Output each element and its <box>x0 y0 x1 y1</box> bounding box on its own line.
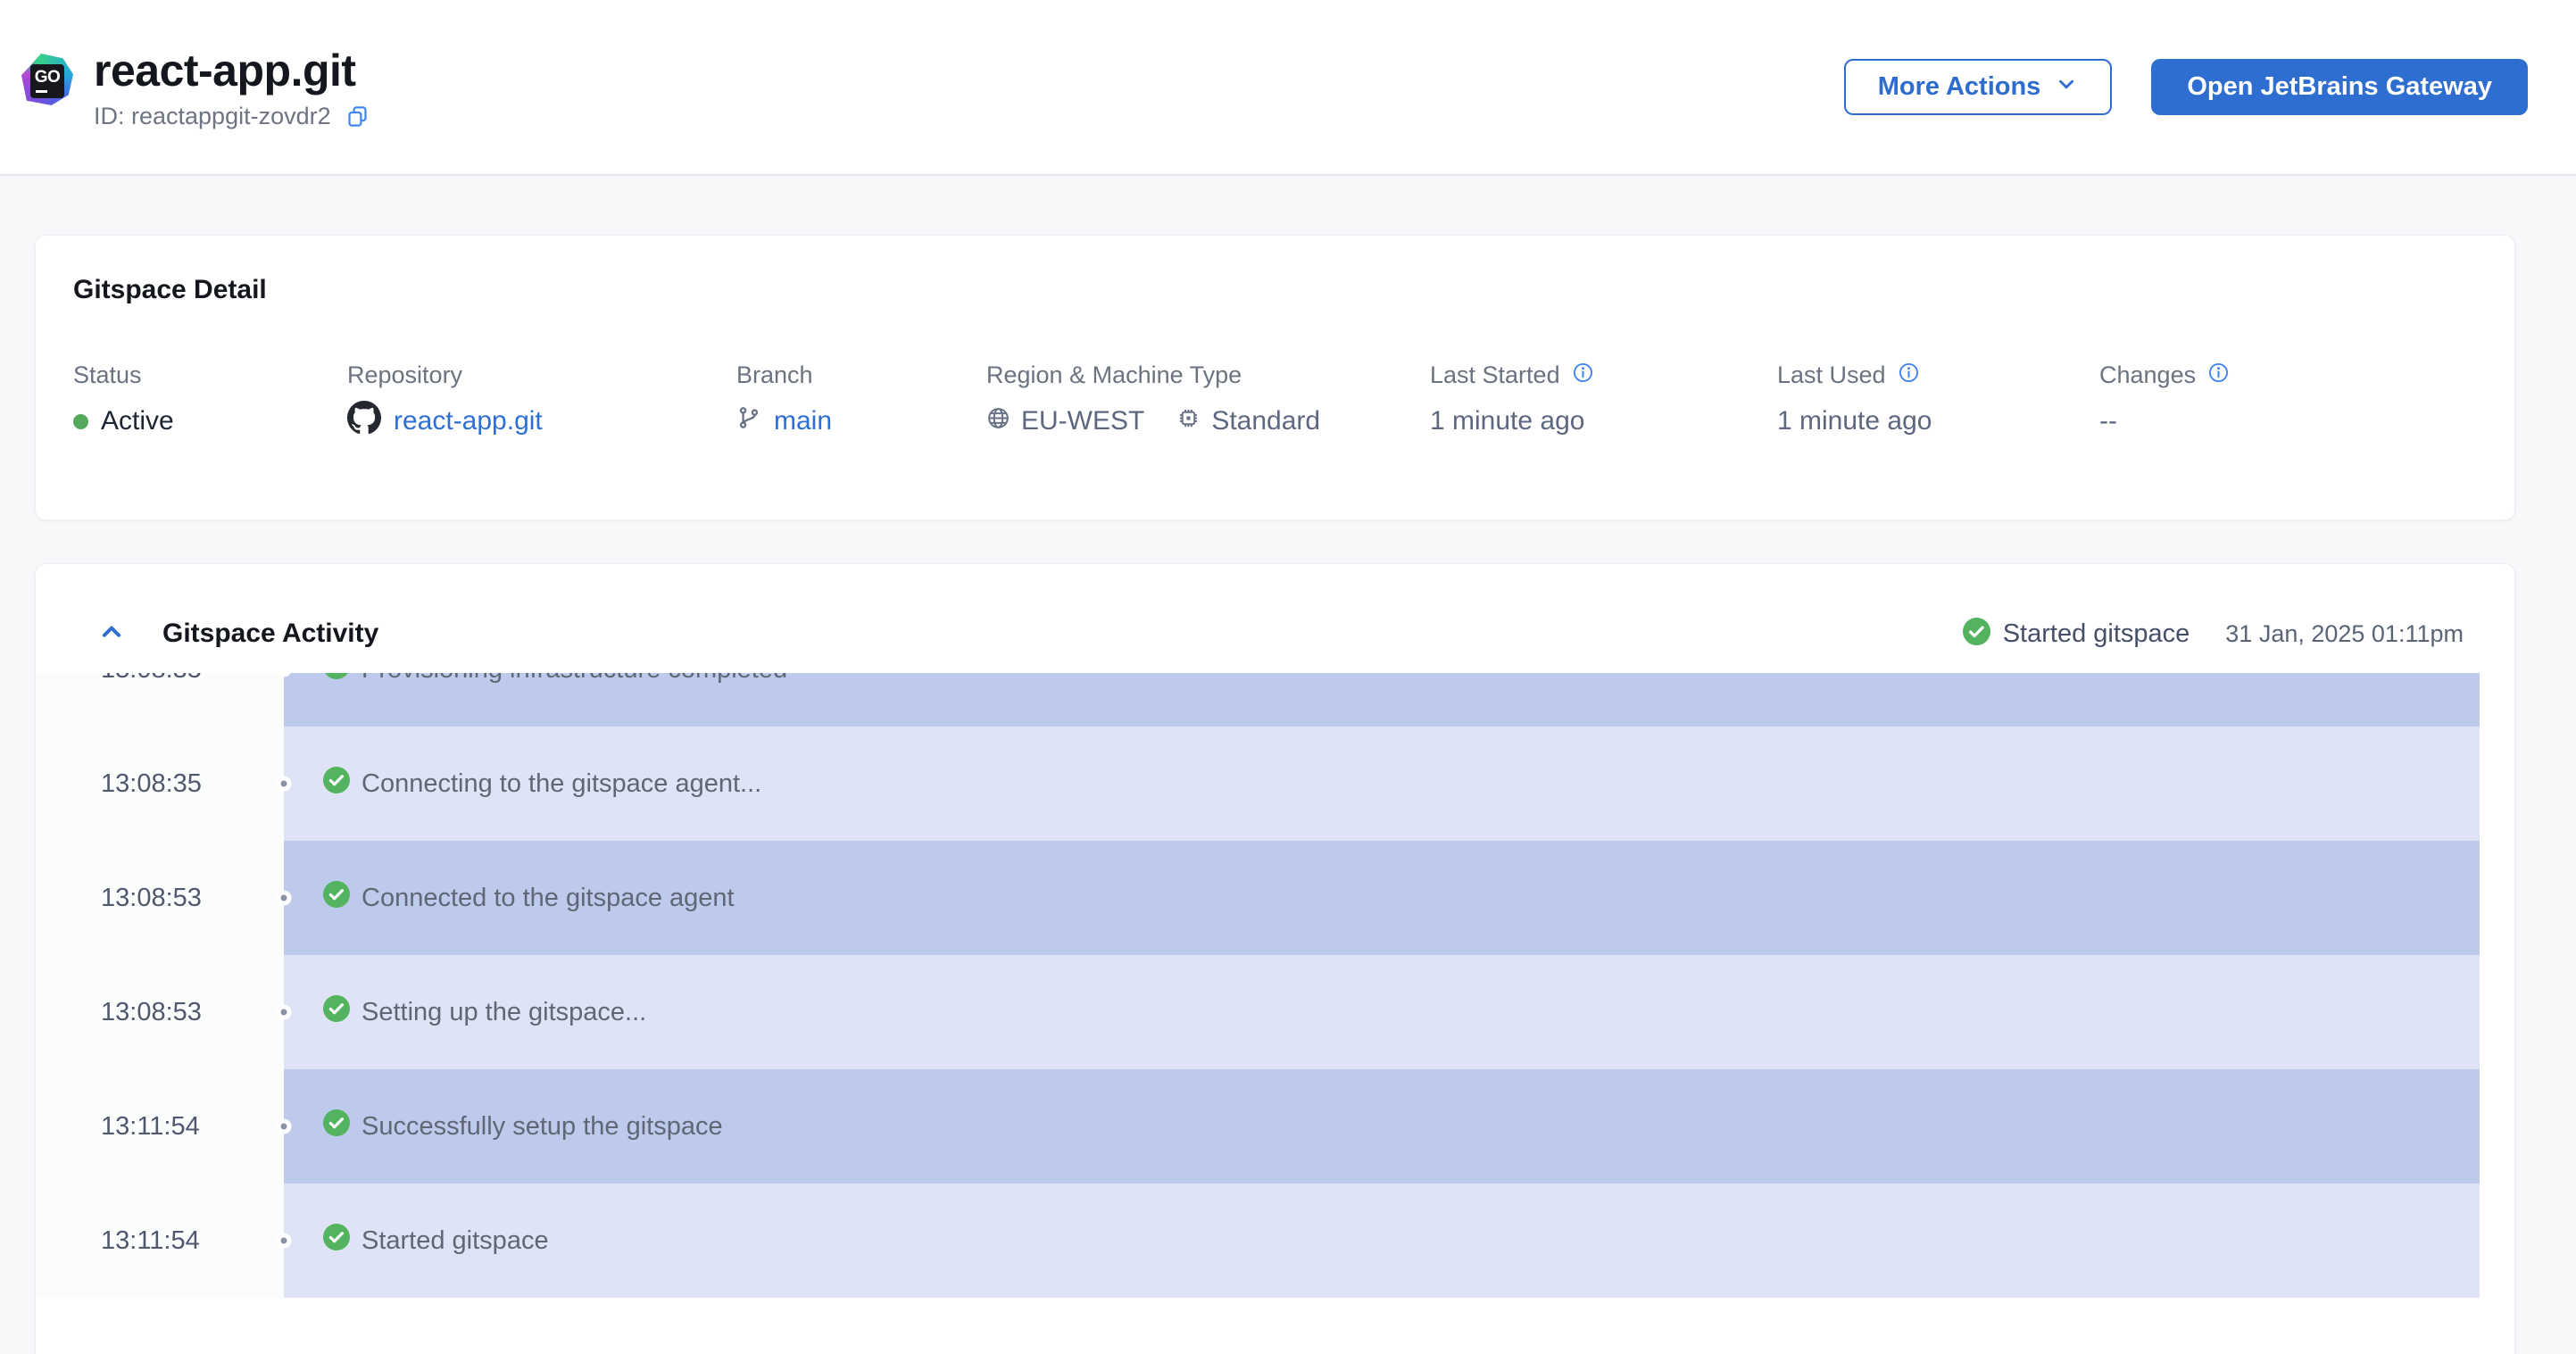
log-row: 13:08:35 Connecting to the gitspace agen… <box>36 727 2514 841</box>
last-used-label: Last Used <box>1777 361 1886 388</box>
open-jetbrains-gateway-button[interactable]: Open JetBrains Gateway <box>2151 59 2528 115</box>
collapse-chevron-up-icon[interactable] <box>98 619 125 650</box>
check-circle-icon <box>323 995 350 1029</box>
region-value: EU-WEST <box>1021 406 1145 436</box>
more-actions-button[interactable]: More Actions <box>1843 59 2113 115</box>
log-timestamp: 13:08:53 <box>36 841 284 955</box>
log-row: 13:11:54 Successfully setup the gitspace <box>36 1069 2514 1184</box>
log-timestamp: 13:08:35 <box>36 727 284 841</box>
changes-value: -- <box>2099 406 2117 436</box>
log-message: Provisioning infrastructure completed <box>361 673 787 685</box>
field-repository: Repository react-app.git <box>347 361 736 439</box>
log-row: 13:08:53 Connected to the gitspace agent <box>36 841 2514 955</box>
gitspace-id-text: ID: reactappgit-zovdr2 <box>94 103 331 129</box>
field-region-machine: Region & Machine Type EU-WEST Standard <box>986 361 1430 439</box>
page-title: react-app.git <box>94 46 356 96</box>
activity-date: 31 Jan, 2025 01:11pm <box>2225 619 2464 647</box>
timeline-dot-icon <box>276 1004 292 1020</box>
gitspace-activity-card: Gitspace Activity Started gitspace 31 Ja… <box>35 563 2515 1354</box>
github-icon <box>347 401 381 442</box>
log-message: Connecting to the gitspace agent... <box>361 768 762 798</box>
open-gateway-label: Open JetBrains Gateway <box>2187 72 2492 101</box>
status-active-dot <box>73 413 88 429</box>
goland-logo-underscore <box>36 90 47 93</box>
log-timestamp: 13:08:35 <box>36 673 284 727</box>
activity-card-title: Gitspace Activity <box>162 619 379 648</box>
status-label: Status <box>73 361 142 388</box>
field-last-started: Last Started 1 minute ago <box>1430 361 1777 439</box>
machine-type-value: Standard <box>1211 406 1321 436</box>
log-timestamp: 13:08:53 <box>36 955 284 1069</box>
status-value: Active <box>101 406 174 436</box>
more-actions-label: More Actions <box>1877 72 2041 101</box>
goland-logo-box: GO <box>30 64 64 98</box>
log-message: Successfully setup the gitspace <box>361 1111 723 1141</box>
copy-id-icon[interactable] <box>345 104 370 129</box>
log-row: 13:11:54 Started gitspace <box>36 1184 2514 1298</box>
last-started-info-icon[interactable] <box>1573 361 1593 389</box>
region-machine-label: Region & Machine Type <box>986 361 1242 388</box>
log-message: Started gitspace <box>361 1225 549 1255</box>
field-last-used: Last Used 1 minute ago <box>1777 361 2099 439</box>
branch-link[interactable]: main <box>774 406 832 436</box>
check-circle-icon <box>323 767 350 801</box>
globe-icon <box>986 406 1010 437</box>
field-status: Status Active <box>73 361 347 439</box>
last-started-value: 1 minute ago <box>1430 406 1585 436</box>
timeline-dot-icon <box>276 1118 292 1134</box>
git-branch-icon <box>736 405 761 437</box>
activity-success-check-icon <box>1962 618 1990 650</box>
log-message: Setting up the gitspace... <box>361 997 647 1026</box>
check-circle-icon <box>323 881 350 915</box>
check-circle-icon <box>323 1109 350 1143</box>
top-header-bar: GO react-app.git ID: reactappgit-zovdr2 … <box>0 0 2576 176</box>
log-timestamp: 13:11:54 <box>36 1184 284 1298</box>
goland-logo-text: GO <box>34 68 61 87</box>
timeline-dot-icon <box>276 1233 292 1249</box>
repository-link[interactable]: react-app.git <box>394 406 543 436</box>
field-changes: Changes -- <box>2099 361 2488 439</box>
repository-label: Repository <box>347 361 463 388</box>
log-timestamp: 13:11:54 <box>36 1069 284 1184</box>
changes-info-icon[interactable] <box>2208 361 2229 389</box>
last-used-value: 1 minute ago <box>1777 406 1932 436</box>
timeline-dot-icon <box>276 776 292 792</box>
timeline-dot-icon <box>276 890 292 906</box>
log-row: 13:08:35 Provisioning infrastructure com… <box>36 673 2514 727</box>
last-used-info-icon[interactable] <box>1899 361 1919 389</box>
gitspace-detail-card: Gitspace Detail Status Active Repository… <box>35 235 2515 520</box>
activity-log-viewport[interactable]: 13:08:35 Provisioning infrastructure com… <box>36 673 2514 1298</box>
check-circle-icon <box>323 1224 350 1258</box>
branch-label: Branch <box>736 361 813 388</box>
goland-logo-icon: GO <box>21 54 73 105</box>
chevron-down-icon <box>2055 72 2078 103</box>
detail-card-title: Gitspace Detail <box>73 275 267 304</box>
changes-label: Changes <box>2099 361 2197 388</box>
field-branch: Branch main <box>736 361 986 439</box>
check-circle-icon <box>323 673 350 686</box>
last-started-label: Last Started <box>1430 361 1560 388</box>
cpu-chip-icon <box>1176 406 1201 437</box>
log-message: Connected to the gitspace agent <box>361 883 735 912</box>
log-row: 13:08:53 Setting up the gitspace... <box>36 955 2514 1069</box>
activity-log-rows: 13:08:35 Provisioning infrastructure com… <box>36 673 2514 1298</box>
activity-status-text: Started gitspace <box>2002 619 2190 648</box>
